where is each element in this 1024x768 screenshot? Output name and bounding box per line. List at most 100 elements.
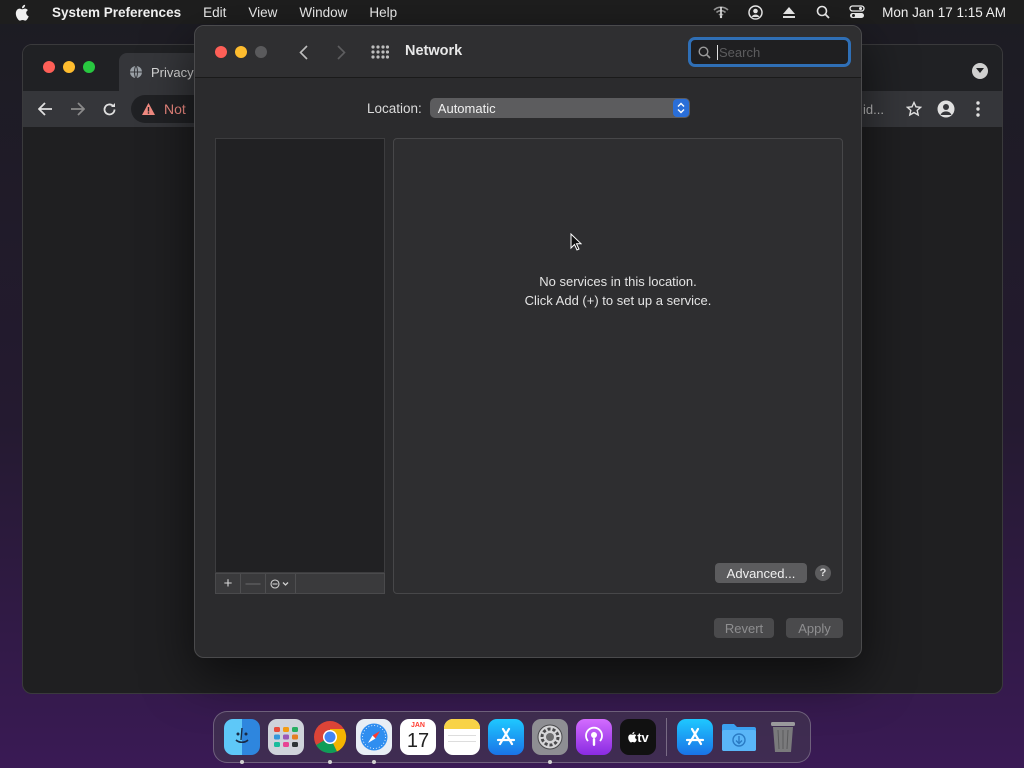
apple-tv-icon: tv	[620, 719, 656, 755]
finder-icon	[224, 719, 260, 755]
search-icon	[698, 45, 711, 59]
dock-chrome[interactable]	[308, 715, 352, 764]
chrome-tab-title: Privacy	[151, 64, 194, 80]
window-zoom-button	[255, 46, 267, 58]
search-input[interactable]	[717, 44, 837, 60]
search-icon[interactable]	[806, 0, 840, 24]
app-store-folder-icon	[677, 719, 713, 755]
dock-trash[interactable]	[761, 715, 805, 759]
downloads-folder-icon	[721, 719, 757, 755]
omnibox-security-text: Not	[164, 101, 186, 117]
user-circle-icon[interactable]	[738, 0, 772, 24]
dock-apple-tv[interactable]: tv	[616, 715, 660, 759]
revert-button: Revert	[714, 618, 774, 638]
dock-safari[interactable]	[352, 715, 396, 764]
chrome-menu-button[interactable]	[962, 101, 994, 117]
podcasts-icon	[576, 719, 612, 755]
more-vert-icon	[976, 101, 980, 117]
menu-app-name[interactable]: System Preferences	[44, 5, 192, 20]
omnibox-url-fragment: id...	[863, 101, 884, 117]
help-button[interactable]: ?	[815, 565, 831, 581]
menu-bar: System Preferences Edit View Window Help…	[0, 0, 1024, 24]
menu-window[interactable]: Window	[288, 5, 358, 20]
back-button[interactable]	[293, 41, 313, 63]
chrome-icon	[312, 719, 348, 755]
dock-downloads[interactable]	[717, 715, 761, 759]
calendar-icon: JAN 17	[400, 719, 436, 755]
trash-icon	[765, 719, 801, 755]
window-minimize-button[interactable]	[235, 46, 247, 58]
eject-icon[interactable]	[772, 0, 806, 24]
apple-menu[interactable]	[14, 4, 44, 21]
apple-tv-label: tv	[637, 729, 649, 745]
arrow-left-icon	[37, 102, 52, 116]
menu-help[interactable]: Help	[358, 5, 408, 20]
warning-icon	[142, 103, 155, 115]
location-value: Automatic	[437, 100, 496, 116]
empty-state-line-1: No services in this location.	[539, 274, 697, 289]
chrome-reload-button[interactable]	[93, 102, 125, 117]
profile-icon	[937, 100, 955, 118]
menu-view[interactable]: View	[237, 5, 288, 20]
chrome-close-button[interactable]	[43, 61, 55, 73]
action-menu-button[interactable]	[266, 574, 296, 593]
menu-edit[interactable]: Edit	[192, 5, 237, 20]
service-list[interactable]	[215, 138, 385, 573]
dock-launchpad[interactable]	[264, 715, 308, 759]
advanced-button[interactable]: Advanced...	[715, 563, 807, 583]
dock-notes[interactable]	[440, 715, 484, 759]
system-preferences-icon	[532, 719, 568, 755]
running-indicator	[372, 760, 376, 764]
dock: JAN 17 tv	[213, 711, 811, 764]
dock-podcasts[interactable]	[572, 715, 616, 759]
chrome-forward-button[interactable]	[61, 102, 93, 116]
chevron-left-icon	[298, 44, 308, 60]
arrow-right-icon	[70, 102, 85, 116]
location-label: Location:	[367, 100, 422, 116]
calendar-day: 17	[406, 730, 430, 752]
tab-search-button[interactable]	[972, 63, 988, 79]
forward-button	[331, 41, 351, 63]
dock-app-store[interactable]	[484, 715, 528, 759]
add-service-button[interactable]: +	[216, 574, 241, 593]
dock-system-preferences[interactable]	[528, 715, 572, 764]
chrome-minimize-button[interactable]	[63, 61, 75, 73]
bookmark-star-button[interactable]	[898, 101, 930, 117]
updown-chevron-icon	[672, 99, 689, 117]
chevron-right-icon	[336, 44, 346, 60]
show-all-button[interactable]	[371, 45, 390, 62]
chrome-zoom-button[interactable]	[83, 61, 95, 73]
wifi-off-icon[interactable]	[704, 0, 738, 24]
chevron-down-icon	[976, 68, 984, 73]
remove-service-button: —	[241, 574, 266, 593]
dock-calendar[interactable]: JAN 17	[396, 715, 440, 759]
dock-finder[interactable]	[220, 715, 264, 764]
mouse-cursor-icon	[570, 232, 583, 254]
empty-state-message: No services in this location. Click Add …	[394, 272, 842, 310]
app-store-icon	[488, 719, 524, 755]
star-icon	[906, 101, 922, 117]
network-preferences-window: Network Location: Automatic + — No servi…	[194, 25, 862, 658]
window-titlebar: Network	[195, 26, 861, 78]
control-center-icon[interactable]	[840, 0, 874, 24]
service-list-toolbar: + —	[215, 573, 385, 594]
dock-separator	[666, 718, 667, 756]
profile-button[interactable]	[930, 100, 962, 118]
location-popup[interactable]: Automatic	[429, 98, 690, 118]
reload-icon	[103, 102, 115, 115]
safari-icon	[356, 719, 392, 755]
notes-icon	[444, 719, 480, 755]
dock-app-store-folder[interactable]	[673, 715, 717, 759]
grid-icon	[371, 45, 390, 59]
window-title: Network	[405, 43, 463, 59]
action-gear-icon	[269, 578, 288, 589]
running-indicator	[240, 760, 244, 764]
search-field[interactable]	[688, 37, 851, 67]
apple-icon	[15, 4, 29, 21]
launchpad-icon	[268, 719, 304, 755]
chrome-back-button[interactable]	[29, 102, 61, 116]
calendar-month: JAN	[410, 722, 425, 729]
window-close-button[interactable]	[215, 46, 227, 58]
apply-button: Apply	[786, 618, 843, 638]
menu-clock[interactable]: Mon Jan 17 1:15 AM	[874, 5, 1024, 20]
